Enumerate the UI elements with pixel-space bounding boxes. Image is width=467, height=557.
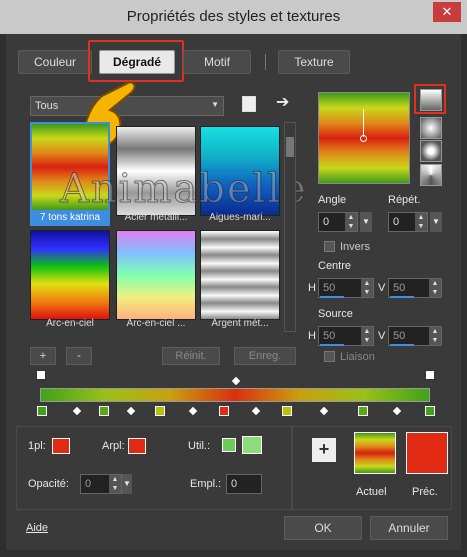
window-title: Propriétés des styles et textures (0, 0, 467, 34)
location-value: 0 (231, 478, 238, 490)
center-v-field[interactable]: 50 ▲ ▼ (388, 278, 442, 298)
remove-gradient-button[interactable]: - (66, 347, 92, 365)
ok-button[interactable]: OK (284, 516, 362, 540)
angle-field[interactable]: 0 ▲ ▼ (318, 212, 358, 232)
gallery-scrollbar[interactable] (284, 122, 296, 332)
center-h-field[interactable]: 50 ▲ ▼ (318, 278, 374, 298)
close-button[interactable]: ✕ (433, 2, 461, 22)
help-link[interactable]: Aide (26, 522, 48, 534)
bg-label: Arpl: (102, 440, 125, 452)
use-color-swatch[interactable] (242, 436, 262, 454)
color-stop[interactable] (425, 406, 435, 416)
opacity-label: Opacité: (28, 478, 69, 490)
location-field[interactable]: 0 (226, 474, 262, 494)
top-opacity-stop-left[interactable] (36, 370, 46, 380)
rectangular-style-icon[interactable] (420, 117, 442, 139)
center-label: Centre (318, 260, 352, 272)
color-stop[interactable] (219, 406, 229, 416)
previous-swatch[interactable] (406, 432, 448, 474)
center-v-slider[interactable] (390, 296, 414, 298)
link-checkbox[interactable] (324, 351, 335, 362)
source-v-field[interactable]: 50 ▲ ▼ (388, 326, 442, 346)
spinner-arrows-icon[interactable]: ▲ ▼ (361, 279, 373, 297)
source-h-field[interactable]: 50 ▲ ▼ (318, 326, 374, 346)
center-h-slider[interactable] (320, 296, 344, 298)
save-button[interactable]: Enreg. (234, 347, 296, 365)
gradient-label: Argent mét... (211, 318, 269, 329)
linear-style-icon[interactable] (420, 89, 442, 111)
top-opacity-stop-right[interactable] (425, 370, 435, 380)
color-stop[interactable] (99, 406, 109, 416)
center-v-label: V (378, 282, 386, 294)
sunburst-style-icon[interactable] (420, 140, 442, 162)
center-h-label: H (308, 282, 316, 294)
link-label: Liaison (340, 351, 375, 363)
fg-label: 1pl: (28, 440, 46, 452)
reset-button[interactable]: Réinit. (162, 347, 220, 365)
invert-checkbox[interactable] (324, 241, 335, 252)
arrow-right-icon[interactable]: ➔ (276, 92, 289, 112)
chevron-down-icon[interactable]: ▼ (360, 212, 372, 232)
gradient-label: Arc-en-ciel ... (126, 318, 186, 329)
tab-divider (265, 54, 266, 70)
gradient-label: Aigues-mari... (209, 212, 271, 223)
chevron-down-icon[interactable]: ▼ (430, 212, 442, 232)
color-stop[interactable] (282, 406, 292, 416)
add-swatch-button[interactable]: + (312, 438, 336, 462)
document-icon[interactable] (242, 96, 256, 112)
watermark: Animabelle (60, 166, 308, 213)
bg-color-button[interactable] (128, 438, 146, 454)
opacity-field[interactable]: 0 ▲ ▼ (80, 474, 122, 494)
spinner-arrows-icon[interactable]: ▲ ▼ (361, 327, 373, 345)
source-h-label: H (308, 330, 316, 342)
gradient-editor-bar[interactable] (40, 388, 430, 402)
tab-pattern[interactable]: Motif (183, 50, 251, 74)
angle-label: Angle (318, 194, 347, 206)
color-stop[interactable] (37, 406, 47, 416)
current-swatch[interactable] (354, 432, 396, 474)
source-h-slider[interactable] (320, 344, 344, 346)
use-label: Util.: (188, 440, 210, 452)
location-label: Empl.: (190, 478, 222, 490)
angle-handle-line (363, 109, 364, 137)
gradient-thumb-arc-en-ciel[interactable] (30, 230, 110, 320)
cancel-button[interactable]: Annuler (370, 516, 448, 540)
gradient-label: Acier métalli... (124, 212, 188, 223)
spinner-arrows-icon[interactable]: ▲ ▼ (429, 279, 441, 297)
use-color-small[interactable] (222, 438, 236, 452)
source-label: Source (318, 308, 353, 320)
spinner-arrows-icon[interactable]: ▲ ▼ (345, 213, 357, 231)
color-stop[interactable] (358, 406, 368, 416)
spinner-arrows-icon[interactable]: ▲ ▼ (429, 327, 441, 345)
tab-gradient[interactable]: Dégradé (99, 50, 175, 74)
tab-color[interactable]: Couleur (18, 50, 92, 74)
gradient-thumb-arc-en-ciel-2[interactable] (116, 230, 196, 320)
repeat-label: Répét. (388, 194, 421, 206)
color-stop[interactable] (155, 406, 165, 416)
radial-style-icon[interactable] (420, 164, 442, 186)
add-gradient-button[interactable]: + (30, 347, 56, 365)
gradient-label-selected: 7 tons katrina (30, 210, 110, 226)
fg-color-button[interactable] (52, 438, 70, 454)
source-v-label: V (378, 330, 386, 342)
chevron-down-icon[interactable]: ▼ (122, 474, 132, 494)
current-label: Actuel (356, 486, 387, 498)
center-handle[interactable] (360, 135, 367, 142)
tab-texture[interactable]: Texture (278, 50, 350, 74)
previous-label: Préc. (412, 486, 438, 498)
gradient-preview[interactable] (318, 92, 410, 184)
repeat-field[interactable]: 0 ▲ ▼ (388, 212, 428, 232)
source-v-slider[interactable] (390, 344, 414, 346)
invert-label: Invers (340, 241, 370, 253)
gradient-label: Arc-en-ciel (46, 318, 94, 329)
spinner-arrows-icon[interactable]: ▲ ▼ (109, 475, 121, 493)
spinner-arrows-icon[interactable]: ▲ ▼ (415, 213, 427, 231)
gradient-thumb-argent[interactable] (200, 230, 280, 320)
chevron-down-icon: ▼ (211, 100, 219, 109)
scrollbar-thumb[interactable] (286, 137, 294, 157)
